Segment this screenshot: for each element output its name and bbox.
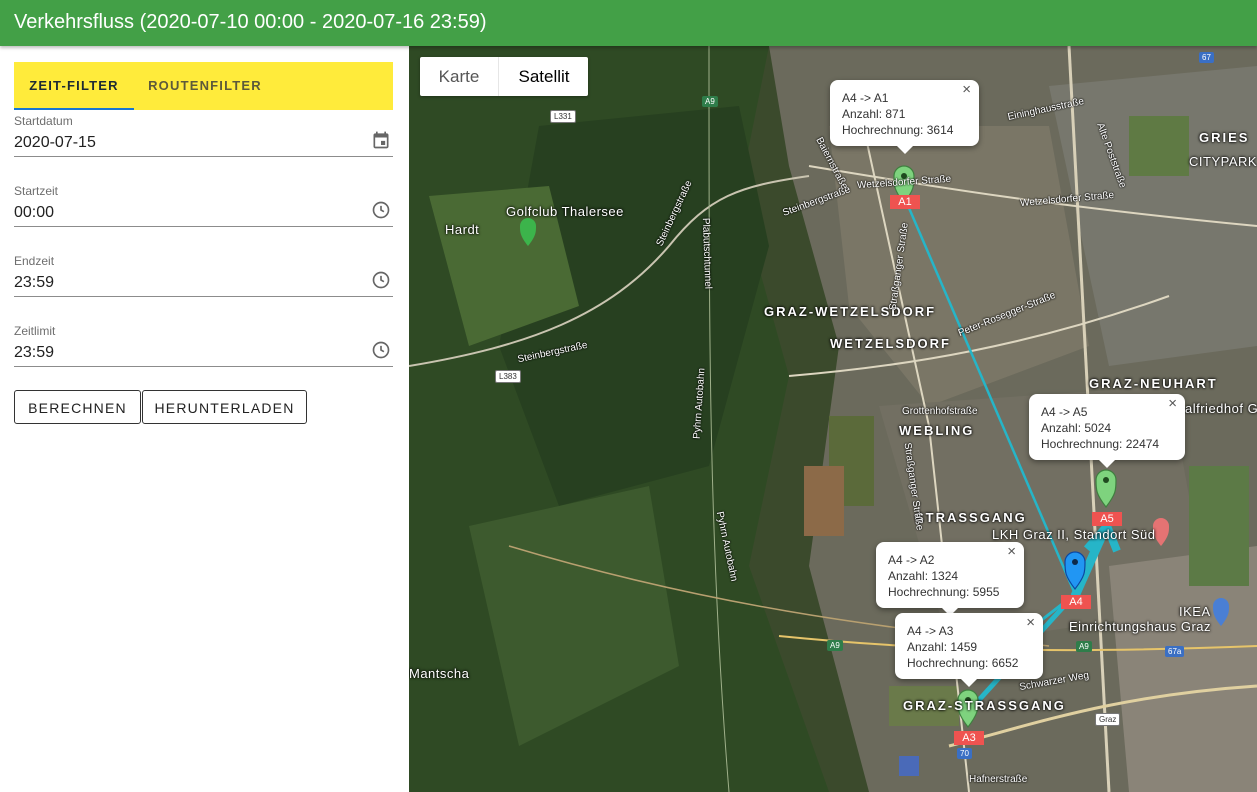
filter-panel: ZEIT-FILTER ROUTENFILTER Startdatum 2020…: [0, 46, 409, 792]
popup-count: Anzahl: 1459: [907, 640, 978, 654]
route-popup-a3: A4 -> A3 Anzahl: 1459 Hochrechnung: 6652…: [895, 613, 1043, 687]
map-view[interactable]: Karte Satellit A1 A5 A4 A3 A4 -> A1 Anza…: [409, 46, 1257, 792]
place-label-einrichtungshaus: Einrichtungshaus Graz: [1069, 619, 1212, 634]
tab-routenfilter[interactable]: ROUTENFILTER: [134, 62, 276, 110]
place-label-golfclub: Golfclub Thalersee: [506, 204, 624, 219]
popup-route: A4 -> A1: [842, 91, 889, 105]
marker-label-a3: A3: [954, 731, 984, 745]
close-icon[interactable]: ×: [962, 82, 971, 98]
route-popup-a5: A4 -> A5 Anzahl: 5024 Hochrechnung: 2247…: [1029, 394, 1185, 468]
startdatum-value[interactable]: 2020-07-15: [14, 134, 96, 152]
popup-count: Anzahl: 5024: [1041, 421, 1112, 435]
road-label: Grottenhofstraße: [902, 406, 978, 417]
place-label-hardt: Hardt: [445, 222, 480, 237]
popup-route: A4 -> A5: [1041, 405, 1088, 419]
page-title: Verkehrsfluss (2020-07-10 00:00 - 2020-0…: [14, 11, 487, 33]
popup-route: A4 -> A2: [888, 553, 935, 567]
place-label-friedhof: alfriedhof Gr: [1185, 401, 1257, 416]
popup-projection: Hochrechnung: 5955: [888, 585, 1000, 599]
place-label-gries: GRIES: [1199, 130, 1250, 145]
zeitlimit-value[interactable]: 23:59: [14, 344, 54, 362]
place-label-graz-neuhart: GRAZ-NEUHART: [1089, 376, 1218, 391]
marker-label-a4: A4: [1061, 595, 1091, 609]
endzeit-label: Endzeit: [14, 254, 55, 268]
popup-projection: Hochrechnung: 6652: [907, 656, 1019, 670]
popup-projection: Hochrechnung: 22474: [1041, 437, 1160, 451]
tab-zeit-filter[interactable]: ZEIT-FILTER: [14, 62, 134, 110]
popup-count: Anzahl: 1324: [888, 569, 959, 583]
map-type-satellit[interactable]: Satellit: [498, 57, 589, 96]
road-shield: L331: [550, 110, 576, 123]
road-label: Hafnerstraße: [969, 774, 1028, 785]
map-type-control: Karte Satellit: [420, 57, 588, 96]
place-label-mantscha: Mantscha: [409, 666, 470, 681]
close-icon[interactable]: ×: [1168, 396, 1177, 412]
startzeit-label: Startzeit: [14, 184, 59, 198]
place-label-graz-wetzelsdorf: GRAZ-WETZELSDORF: [764, 304, 937, 319]
startzeit-field[interactable]: Startzeit 00:00: [14, 184, 393, 227]
startdatum-field[interactable]: Startdatum 2020-07-15: [14, 114, 393, 157]
startzeit-value[interactable]: 00:00: [14, 204, 54, 222]
zeitlimit-label: Zeitlimit: [14, 324, 56, 338]
road-shield: A9: [702, 96, 718, 107]
road-shield: 67: [1199, 52, 1214, 63]
berechnen-button[interactable]: BERECHNEN: [14, 390, 141, 424]
clock-icon[interactable]: [371, 200, 391, 220]
close-icon[interactable]: ×: [1007, 544, 1016, 560]
place-label-ikea: IKEA: [1179, 604, 1211, 619]
road-shield: L383: [495, 370, 521, 383]
marker-label-a1: A1: [890, 195, 920, 209]
popup-projection: Hochrechnung: 3614: [842, 123, 954, 137]
place-label-lkh: LKH Graz II, Standort Süd: [992, 527, 1156, 542]
endzeit-field[interactable]: Endzeit 23:59: [14, 254, 393, 297]
road-shield: Graz: [1095, 713, 1121, 726]
startdatum-label: Startdatum: [14, 114, 73, 128]
clock-icon[interactable]: [371, 340, 391, 360]
place-label-strassgang: STRASSGANG: [915, 510, 1027, 525]
popup-route: A4 -> A3: [907, 624, 954, 638]
road-shield: 70: [957, 748, 972, 759]
calendar-icon[interactable]: [371, 130, 391, 150]
place-label-citypark: CITYPARK: [1189, 154, 1257, 169]
place-label-graz-strassgang: GRAZ-STRASSGANG: [903, 698, 1066, 713]
close-icon[interactable]: ×: [1026, 615, 1035, 631]
route-popup-a1: A4 -> A1 Anzahl: 871 Hochrechnung: 3614 …: [830, 80, 979, 154]
filter-tabs: ZEIT-FILTER ROUTENFILTER: [14, 62, 393, 110]
map-type-karte[interactable]: Karte: [420, 57, 498, 96]
place-label-webling: WEBLING: [899, 423, 975, 438]
road-shield: A9: [1076, 641, 1092, 652]
place-label-wetzelsdorf: WETZELSDORF: [830, 336, 951, 351]
clock-icon[interactable]: [371, 270, 391, 290]
road-shield: 67a: [1165, 646, 1185, 657]
endzeit-value[interactable]: 23:59: [14, 274, 54, 292]
road-shield: A9: [827, 640, 843, 651]
herunterladen-button[interactable]: HERUNTERLADEN: [142, 390, 307, 424]
app-bar: Verkehrsfluss (2020-07-10 00:00 - 2020-0…: [0, 0, 1257, 46]
zeitlimit-field[interactable]: Zeitlimit 23:59: [14, 324, 393, 367]
marker-label-a5: A5: [1092, 512, 1122, 526]
popup-count: Anzahl: 871: [842, 107, 906, 121]
route-popup-a2: A4 -> A2 Anzahl: 1324 Hochrechnung: 5955…: [876, 542, 1024, 616]
